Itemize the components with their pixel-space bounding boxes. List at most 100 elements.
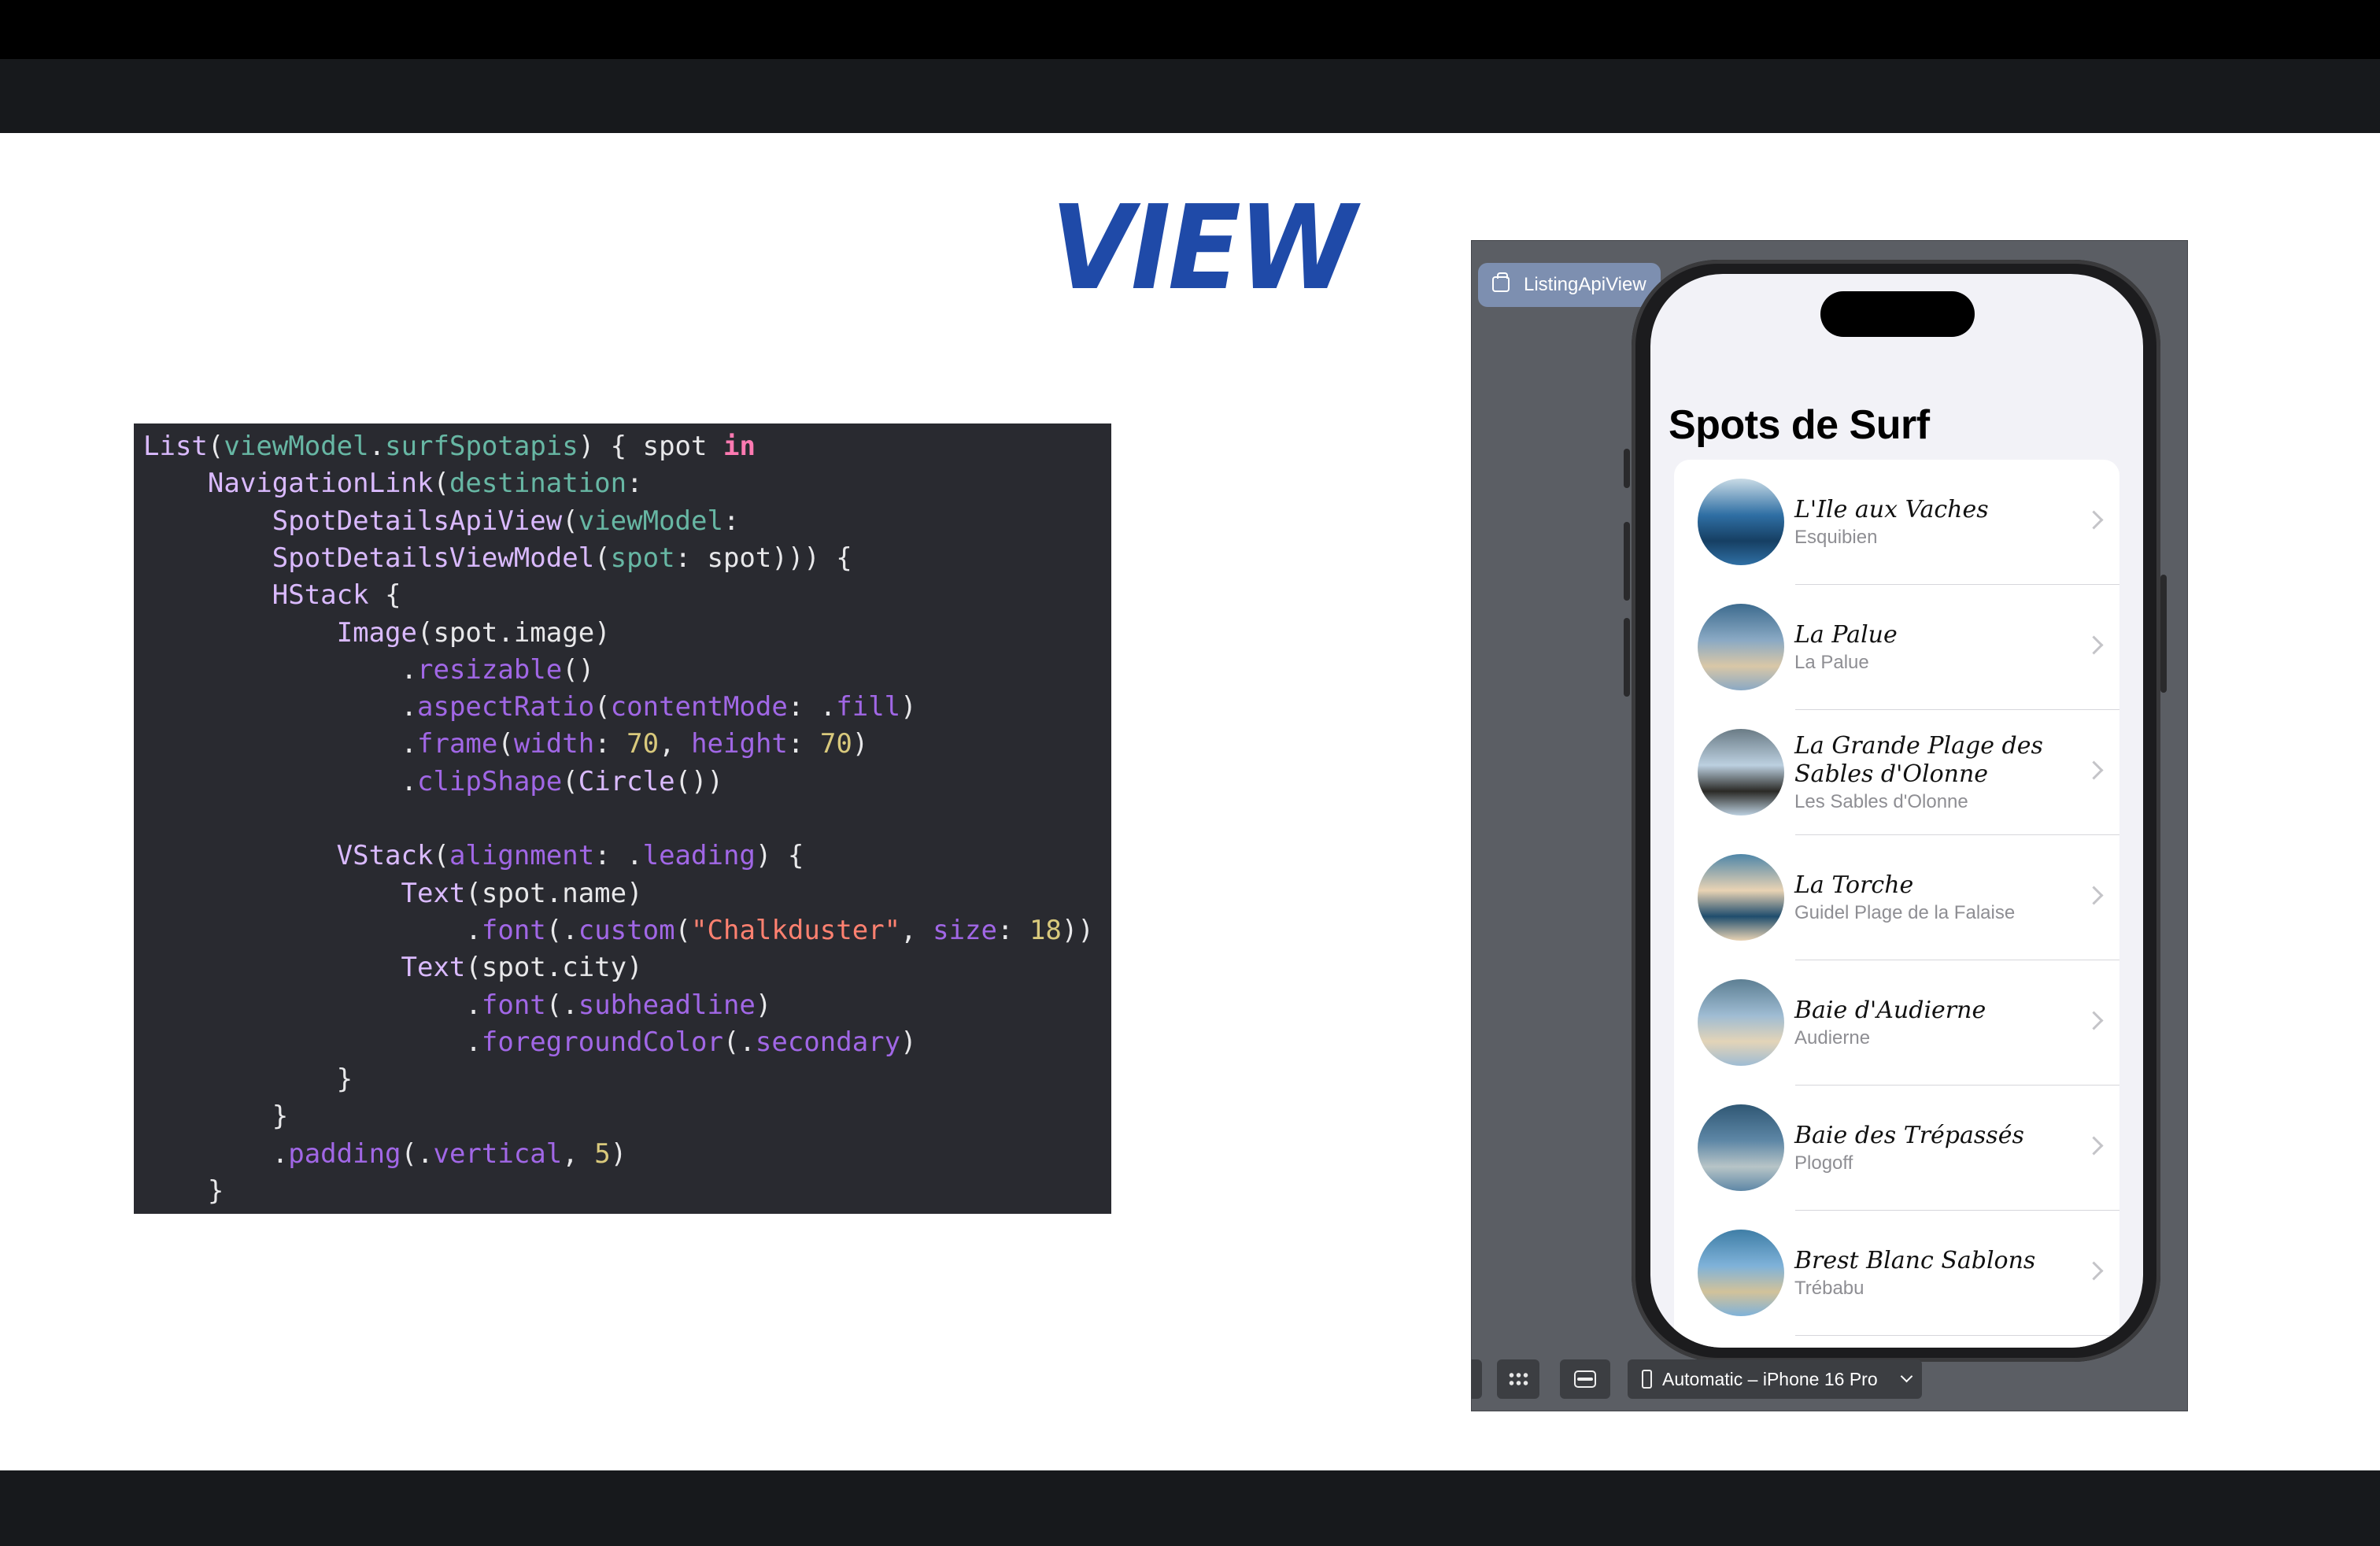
code-token: destination — [449, 468, 627, 500]
code-token: font — [481, 914, 546, 946]
code-token: ()) — [674, 765, 723, 797]
code-line: } — [143, 1098, 288, 1135]
grid-mode-button[interactable] — [1497, 1359, 1539, 1399]
spot-image — [1698, 729, 1784, 816]
code-token: (spot.city) — [465, 952, 643, 984]
spot-image — [1698, 479, 1784, 565]
spot-row[interactable]: Baie d'Audierne Audierne — [1674, 960, 2119, 1086]
device-selector[interactable]: Automatic – iPhone 16 Pro — [1628, 1359, 1922, 1399]
spot-row[interactable]: La Torche Guidel Plage de la Falaise — [1674, 835, 2119, 960]
code-token: Text — [401, 952, 466, 984]
code-token: ( — [207, 431, 224, 462]
spot-image — [1698, 1104, 1784, 1191]
phone-volume-down-button — [1624, 618, 1630, 697]
code-token: size — [933, 914, 997, 946]
code-token: aspectRatio — [417, 691, 595, 723]
code-token: spot — [610, 542, 675, 574]
code-token: HStack — [272, 579, 369, 612]
code-line: .aspectRatio(contentMode: .fill) — [143, 689, 917, 726]
code-token: ) — [610, 1137, 627, 1170]
code-line: } — [143, 1061, 353, 1098]
spot-city: Audierne — [1794, 1027, 1871, 1049]
code-token: fill — [836, 691, 901, 723]
code-line: .clipShape(Circle()) — [143, 764, 723, 801]
chevron-right-icon — [2084, 635, 2104, 655]
spot-name: L'Ile aux Vaches — [1794, 496, 1989, 523]
navigation-title: Spots de Surf — [1669, 402, 1930, 448]
code-line: .resizable() — [143, 652, 595, 689]
chevron-right-icon — [2084, 1011, 2104, 1030]
spot-city: Plogoff — [1794, 1152, 1853, 1174]
code-line: } — [143, 1173, 224, 1210]
code-token: , — [562, 1137, 595, 1170]
chevron-right-icon — [2084, 1261, 2104, 1281]
code-token: font — [481, 989, 546, 1021]
code-token: clipShape — [417, 765, 563, 797]
code-token: . — [368, 431, 386, 462]
spot-row[interactable]: L'Ile aux Vaches Esquibien — [1674, 460, 2119, 585]
spot-list[interactable]: L'Ile aux Vaches Esquibien La Palue La Palu… — [1674, 460, 2119, 1348]
spot-row[interactable]: La Grande Plage des Sables d'Olonne Les S… — [1674, 710, 2119, 835]
code-line: NavigationLink(destination: — [143, 465, 643, 502]
code-token: ( — [497, 728, 514, 760]
code-token: 18 — [1029, 914, 1062, 946]
spot-city: Guidel Plage de la Falaise — [1794, 902, 2016, 923]
dynamic-island — [1820, 291, 1975, 337]
spot-image — [1698, 1230, 1784, 1316]
spot-text: La Grande Plage des Sables d'Olonne Les S… — [1794, 732, 2078, 814]
chevron-right-icon — [2084, 1136, 2104, 1156]
spot-name: La Palue — [1794, 621, 1898, 649]
spot-name: Baie d'Audierne — [1794, 997, 1986, 1024]
code-token: Text — [401, 877, 466, 909]
code-token: 5 — [594, 1137, 611, 1170]
code-token: )) — [1061, 914, 1094, 946]
spot-text: L'Ile aux Vaches Esquibien — [1794, 496, 2078, 549]
code-token: Circle — [578, 765, 675, 797]
top-dark-bar — [0, 59, 2380, 133]
spot-name: La Torche — [1794, 871, 1914, 899]
code-token: , — [900, 914, 933, 946]
variants-button[interactable] — [1560, 1359, 1610, 1399]
code-token: 70 — [626, 728, 660, 760]
code-token: (spot.name) — [465, 877, 643, 909]
code-token: resizable — [417, 653, 563, 686]
code-token: : — [722, 505, 740, 537]
code-token: ) — [755, 989, 772, 1021]
spot-image — [1698, 604, 1784, 690]
code-token: : . — [594, 840, 643, 872]
code-token: width — [513, 728, 595, 760]
code-token: ( — [674, 914, 692, 946]
chevron-right-icon — [2084, 760, 2104, 780]
code-token: Image — [336, 616, 417, 649]
chevron-down-icon — [1900, 1370, 1913, 1383]
code-token: in — [722, 431, 756, 462]
code-token: SpotDetailsViewModel — [272, 542, 595, 574]
code-token: . — [143, 1137, 289, 1170]
code-token: SpotDetailsApiView — [272, 505, 563, 537]
code-token: { — [368, 579, 401, 612]
preview-tab[interactable]: ListingApiView — [1478, 263, 1661, 307]
code-token: frame — [417, 728, 498, 760]
spot-row[interactable]: La Palue La Palue — [1674, 585, 2119, 710]
code-token: ( — [433, 840, 449, 872]
code-token: foregroundColor — [481, 1026, 723, 1058]
device-selector-label: Automatic – iPhone 16 Pro — [1662, 1369, 1878, 1389]
code-token: () — [562, 653, 595, 686]
code-line: HStack { — [143, 577, 401, 614]
spot-row[interactable]: Baie des Trépassés Plogoff — [1674, 1086, 2119, 1211]
code-token: . — [143, 691, 417, 723]
spot-row[interactable]: Brest Blanc Sablons Trébabu — [1674, 1211, 2119, 1336]
code-token: alignment — [449, 840, 595, 872]
preview-mode-button[interactable] — [1471, 1359, 1482, 1399]
code-line: SpotDetailsApiView(viewModel: — [143, 503, 740, 540]
code-token: . — [143, 1026, 482, 1058]
code-token: ( — [562, 505, 578, 537]
code-token: NavigationLink — [207, 468, 434, 500]
spot-image — [1698, 979, 1784, 1066]
code-token: ) — [900, 691, 917, 723]
